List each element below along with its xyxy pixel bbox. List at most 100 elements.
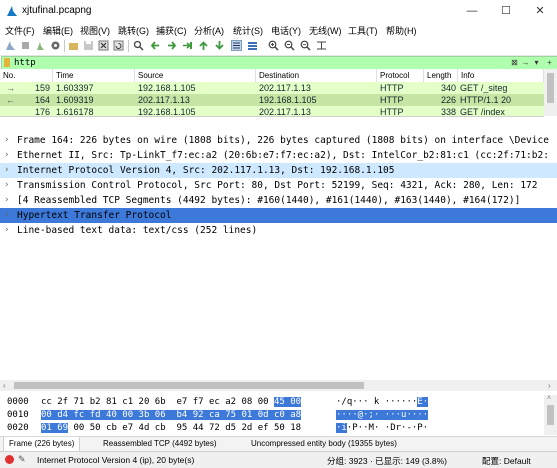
expert-info-icon[interactable] [5,455,14,464]
packet-row[interactable]: → 159 1.603397 192.168.1.105 202.117.1.1… [0,82,544,94]
column-header-protocol[interactable]: Protocol [377,69,424,82]
packet-time: 1.616178 [56,107,94,117]
packet-info: GET /index [460,107,505,117]
expand-arrow-icon[interactable]: › [4,208,14,223]
expand-arrow-icon[interactable]: › [4,133,14,148]
status-profile[interactable]: 配置: Default [482,455,531,467]
go-last-icon[interactable] [214,40,225,51]
go-to-packet-icon[interactable] [182,40,193,51]
status-bar: ✎ Internet Protocol Version 4 (ip), 20 b… [0,451,557,468]
recent-filters-dropdown-icon[interactable]: ▾ [532,58,541,67]
detail-row-reassembled[interactable]: › [4 Reassembled TCP Segments (4492 bytes… [0,193,557,208]
packet-destination: 202.117.1.13 [259,83,311,93]
capture-options-icon[interactable] [50,40,61,51]
tab-frame-bytes[interactable]: Frame (226 bytes) [3,437,81,452]
minimize-button[interactable]: — [455,0,489,22]
title-bar: xjtufinal.pcapng — ☐ ✕ [0,0,557,22]
detail-row-frame[interactable]: › Frame 164: 226 bytes on wire (1808 bits… [0,133,557,148]
detail-text: Line-based text data: text/css (252 line… [17,225,258,236]
go-back-icon[interactable] [150,40,161,51]
save-file-icon[interactable] [83,40,94,51]
column-header-no[interactable]: No. [0,69,53,82]
column-header-length[interactable]: Length [424,69,458,82]
detail-row-http[interactable]: › Hypertext Transfer Protocol [0,208,557,223]
details-horizontal-scrollbar[interactable]: ‹ › [0,380,557,391]
scrollbar-thumb[interactable] [14,382,364,389]
packet-list-scrollbar[interactable] [544,69,557,116]
find-packet-icon[interactable] [133,40,144,51]
packet-length: 340 [440,83,456,93]
expand-arrow-icon[interactable]: › [4,148,14,163]
resize-columns-icon[interactable] [316,40,327,51]
packet-details-tree: › Frame 164: 226 bytes on wire (1808 bits… [0,133,557,378]
wireshark-app-icon [7,6,17,16]
menu-analyze[interactable]: 分析(A) [194,24,224,37]
close-window-button[interactable]: ✕ [523,0,557,22]
go-forward-icon[interactable] [166,40,177,51]
menu-capture[interactable]: 捕获(C) [156,24,187,37]
detail-row-text-data[interactable]: › Line-based text data: text/css (252 lin… [0,223,557,238]
zoom-in-icon[interactable] [268,40,279,51]
detail-row-tcp[interactable]: › Transmission Control Protocol, Src Port… [0,178,557,193]
close-file-icon[interactable] [98,40,109,51]
zoom-out-icon[interactable] [284,40,295,51]
add-filter-button-icon[interactable]: + [545,58,554,67]
scroll-right-icon[interactable]: › [548,380,551,391]
hex-offset: 0010 [7,410,29,420]
stop-capture-icon[interactable] [20,40,31,51]
hex-ascii-selected: ····@·;· ···u···· [336,410,429,420]
packet-list: No. Time Source Destination Protocol Len… [0,69,544,117]
display-filter-value[interactable]: http [14,57,36,69]
expand-arrow-icon[interactable]: › [4,223,14,238]
maximize-button[interactable]: ☐ [489,0,523,22]
clear-filter-icon[interactable]: ⊠ [510,58,519,67]
toolbar-separator [64,40,65,52]
column-header-time[interactable]: Time [53,69,135,82]
bytes-pane: 0000 cc 2f 71 b2 81 c1 20 6b e7 f7 ec a2… [0,395,544,435]
packet-source: 192.168.1.105 [138,107,196,117]
menu-telephony[interactable]: 电话(Y) [271,24,301,37]
packet-source: 192.168.1.105 [138,83,196,93]
autoscroll-icon[interactable] [231,40,242,51]
menu-go[interactable]: 跳转(G) [118,24,149,37]
menu-wireless[interactable]: 无线(W) [309,24,342,37]
open-file-icon[interactable] [68,40,79,51]
menu-tools[interactable]: 工具(T) [348,24,378,37]
display-filter-input[interactable]: http ⊠ → ▾ + [1,56,557,70]
detail-text: Internet Protocol Version 4, Src: 202.11… [17,165,395,176]
column-header-info[interactable]: Info [458,69,544,82]
expand-arrow-icon[interactable]: › [4,193,14,208]
scrollbar-thumb[interactable] [547,73,554,103]
scrollbar-thumb[interactable] [547,405,554,425]
packet-protocol: HTTP [380,107,404,117]
expand-arrow-icon[interactable]: › [4,163,14,178]
menu-help[interactable]: 帮助(H) [386,24,417,37]
scroll-left-icon[interactable]: ‹ [3,380,6,391]
expand-arrow-icon[interactable]: › [4,178,14,193]
shark-fin-start-icon[interactable] [5,40,16,51]
colorize-icon[interactable] [247,40,258,51]
packet-row-selected[interactable]: ← 164 1.609319 202.117.1.13 192.168.1.10… [0,94,544,106]
capture-comments-icon[interactable]: ✎ [18,454,26,465]
bytes-pane-scrollbar[interactable]: ˄ [544,395,557,435]
restart-capture-icon[interactable] [35,40,46,51]
menu-file[interactable]: 文件(F) [5,24,35,37]
tab-reassembled-tcp[interactable]: Reassembled TCP (4492 bytes) [98,437,222,451]
reload-file-icon[interactable] [113,40,124,51]
menu-statistics[interactable]: 统计(S) [233,24,263,37]
filter-bookmark-icon[interactable] [4,58,10,67]
column-header-source[interactable]: Source [135,69,256,82]
go-first-icon[interactable] [198,40,209,51]
zoom-normal-icon[interactable] [300,40,311,51]
packet-row[interactable]: 176 1.616178 192.168.1.105 202.117.1.13 … [0,106,544,117]
tab-uncompressed-body[interactable]: Uncompressed entity body (19355 bytes) [246,437,402,451]
packet-source: 202.117.1.13 [138,95,190,105]
packet-no: 176 [34,107,50,117]
detail-row-ipv4[interactable]: › Internet Protocol Version 4, Src: 202.1… [0,163,557,178]
column-header-destination[interactable]: Destination [256,69,377,82]
menu-edit[interactable]: 编辑(E) [43,24,73,37]
menu-view[interactable]: 视图(V) [80,24,110,37]
scroll-up-icon[interactable]: ˄ [547,395,551,402]
detail-row-ethernet[interactable]: › Ethernet II, Src: Tp-LinkT_f7:ec:a2 (20… [0,148,557,163]
apply-filter-icon[interactable]: → [521,58,530,67]
